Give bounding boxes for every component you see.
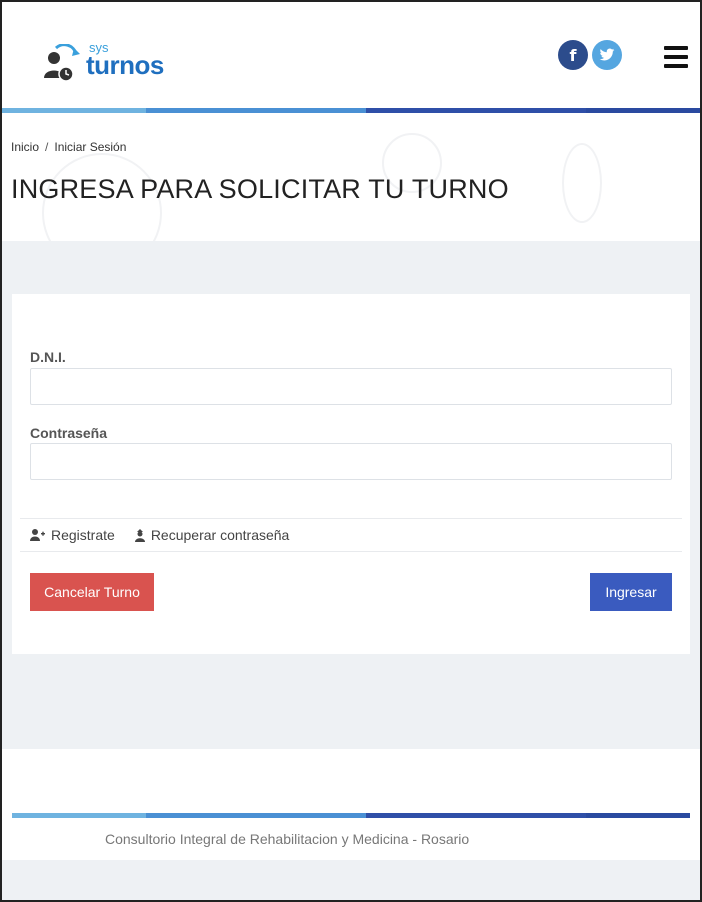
breadcrumb-current: Iniciar Sesión bbox=[54, 140, 127, 154]
recover-password-label: Recuperar contraseña bbox=[150, 527, 290, 543]
stripe-segment bbox=[586, 813, 690, 818]
user-plus-icon bbox=[30, 529, 45, 541]
page-banner: Inicio / Iniciar Sesión INGRESA PARA SOLIC… bbox=[2, 113, 700, 241]
twitter-icon[interactable] bbox=[592, 40, 622, 70]
footer-text: Consultorio Integral de Rehabilitacion y… bbox=[105, 831, 470, 847]
login-button[interactable]: Ingresar bbox=[590, 573, 672, 611]
background-decoration bbox=[562, 143, 602, 223]
register-link[interactable]: Registrate bbox=[30, 527, 115, 543]
account-links: Registrate Recuperar contraseña bbox=[30, 527, 309, 543]
stripe-segment bbox=[12, 813, 146, 818]
register-link-label: Registrate bbox=[51, 527, 115, 543]
divider bbox=[20, 518, 682, 519]
hamburger-bar bbox=[664, 55, 688, 59]
login-card: D.N.I. Contraseña Registrate Recuperar c… bbox=[12, 294, 690, 654]
facebook-glyph: f bbox=[569, 45, 577, 65]
stripe-segment bbox=[146, 813, 366, 818]
hamburger-bar bbox=[664, 64, 688, 68]
color-stripe-bottom bbox=[12, 813, 690, 818]
site-footer: Consultorio Integral de Rehabilitacion y… bbox=[2, 749, 700, 860]
divider bbox=[20, 551, 682, 552]
facebook-icon[interactable]: f bbox=[558, 40, 588, 70]
user-secret-icon bbox=[134, 528, 145, 542]
dni-input[interactable] bbox=[30, 368, 672, 405]
logo-turnos-text: turnos bbox=[86, 50, 164, 80]
password-input[interactable] bbox=[30, 443, 672, 480]
cancel-turno-button[interactable]: Cancelar Turno bbox=[30, 573, 154, 611]
breadcrumb: Inicio / Iniciar Sesión bbox=[11, 140, 126, 154]
site-header: sys turnos f bbox=[2, 2, 700, 108]
stripe-segment bbox=[366, 813, 586, 818]
twitter-bird-icon bbox=[599, 48, 615, 61]
dni-label: D.N.I. bbox=[30, 349, 66, 365]
password-label: Contraseña bbox=[30, 425, 108, 441]
breadcrumb-home-link[interactable]: Inicio bbox=[11, 140, 39, 154]
page-title: INGRESA PARA SOLICITAR TU TURNO bbox=[11, 174, 509, 204]
user-clock-icon bbox=[44, 44, 80, 82]
systurnos-logo[interactable]: sys turnos bbox=[42, 36, 172, 86]
hamburger-bar bbox=[664, 46, 688, 50]
breadcrumb-separator: / bbox=[45, 140, 49, 154]
main-content: D.N.I. Contraseña Registrate Recuperar c… bbox=[2, 241, 700, 749]
hamburger-icon[interactable] bbox=[664, 46, 688, 68]
bottom-band bbox=[2, 860, 700, 900]
recover-password-link[interactable]: Recuperar contraseña bbox=[134, 527, 290, 543]
